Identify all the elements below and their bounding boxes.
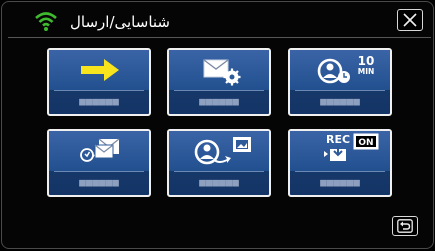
tile-label: ■■■■■■ [320, 176, 360, 189]
back-icon [397, 219, 413, 233]
tile-person-10min[interactable]: 10 MIN ■■■■■■ [288, 48, 392, 116]
wifi-signal-icon [35, 12, 57, 31]
tile-label: ■■■■■■ [199, 176, 239, 189]
person-10min-icon: 10 MIN [317, 54, 375, 84]
tile-rec-on[interactable]: REC ON ■■■■■■ [288, 129, 392, 197]
tile-mail-settings[interactable]: ■■■■■■ [167, 48, 271, 116]
tile-label: ■■■■■■ [79, 176, 119, 189]
tile-forward[interactable]: ■■■■■■ [47, 48, 151, 116]
close-button[interactable] [397, 9, 423, 31]
tile-label: ■■■■■■ [199, 95, 239, 108]
on-text: ON [358, 138, 373, 148]
person-send-photo-icon [194, 137, 251, 165]
tile-mail-notify[interactable]: ■■■■■■ [47, 129, 151, 197]
back-button[interactable] [392, 216, 418, 236]
rec-on-download-icon: REC ON [324, 133, 379, 161]
screen-frame: شناسایی/ارسال ■■■■■■ ■■■■■■ 10 MIN ■■■■■… [1, 1, 434, 249]
rec-text: REC [326, 133, 350, 146]
tile-label: ■■■■■■ [79, 95, 119, 108]
arrow-right-icon [81, 59, 119, 81]
min-number-text: 10 [358, 54, 375, 68]
tile-label: ■■■■■■ [320, 95, 360, 108]
mail-notify-icon [80, 138, 120, 162]
tile-person-send-photo[interactable]: ■■■■■■ [167, 129, 271, 197]
page-title: شناسایی/ارسال [70, 13, 170, 31]
min-unit-text: MIN [358, 67, 375, 76]
header-bar: شناسایی/ارسال [8, 7, 431, 38]
close-icon [403, 13, 417, 27]
mail-settings-icon [203, 59, 241, 86]
